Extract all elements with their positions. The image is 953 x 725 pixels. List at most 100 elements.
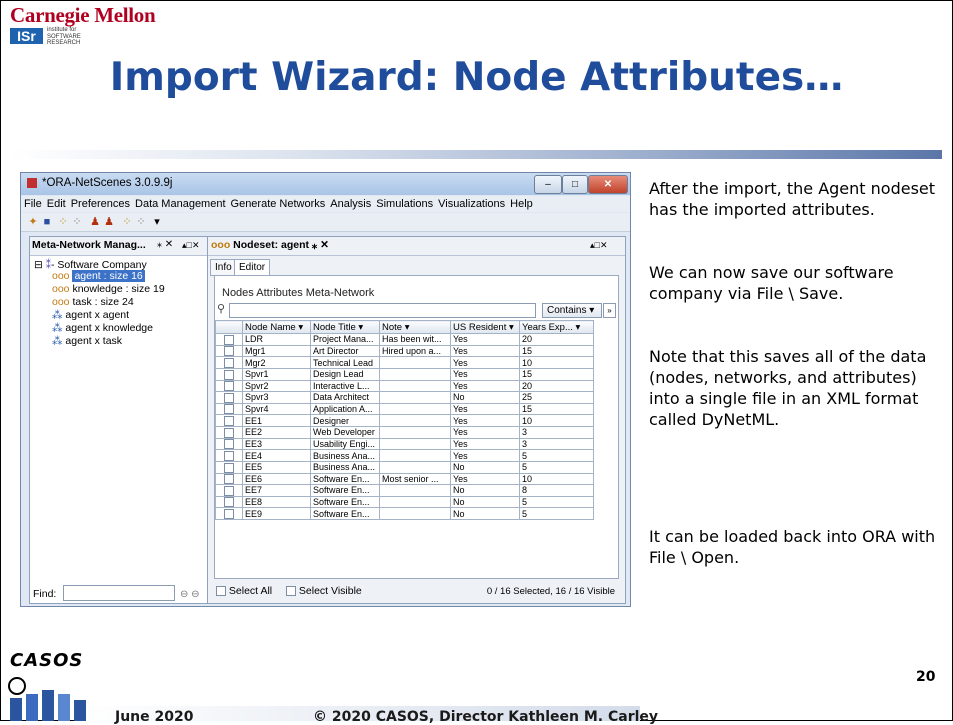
row-checkbox-cell[interactable] bbox=[215, 379, 243, 393]
select-visible-checkbox[interactable]: Select Visible bbox=[286, 585, 362, 597]
menu-analysis[interactable]: Analysis bbox=[327, 196, 373, 210]
contains-dropdown[interactable]: Contains ▾ bbox=[542, 303, 602, 318]
row-checkbox-cell[interactable] bbox=[215, 495, 243, 509]
row-checkbox-cell[interactable] bbox=[215, 426, 243, 439]
table-cell[interactable]: Mgr1 bbox=[242, 344, 311, 358]
table-row[interactable]: EE9 Software En... No 5 bbox=[215, 507, 594, 520]
table-cell[interactable]: EE2 bbox=[242, 426, 311, 439]
table-cell[interactable] bbox=[379, 391, 451, 404]
table-cell[interactable]: LDR bbox=[242, 333, 311, 346]
checkbox-icon[interactable] bbox=[224, 485, 234, 496]
column-header[interactable]: Note ▾ bbox=[379, 320, 451, 334]
table-cell[interactable]: EE4 bbox=[242, 449, 311, 462]
table-row[interactable]: EE8 Software En... No 5 bbox=[215, 495, 594, 509]
column-header[interactable]: Node Title ▾ bbox=[310, 320, 380, 334]
row-checkbox-cell[interactable] bbox=[215, 414, 243, 427]
table-cell[interactable]: 10 bbox=[519, 414, 594, 427]
checkbox-icon[interactable] bbox=[224, 509, 234, 519]
table-cell[interactable]: EE7 bbox=[242, 484, 311, 497]
table-row[interactable]: EE6 Software En... Most senior ... Yes 10 bbox=[215, 472, 594, 486]
table-row[interactable]: EE7 Software En... No 8 bbox=[215, 484, 594, 497]
table-cell[interactable]: Yes bbox=[450, 379, 520, 393]
tree-item-agent-x-agent[interactable]: ⁂ agent x agent bbox=[52, 309, 129, 321]
table-cell[interactable]: Mgr2 bbox=[242, 356, 311, 369]
table-cell[interactable]: Yes bbox=[450, 333, 520, 346]
table-cell[interactable]: Software En... bbox=[310, 495, 380, 509]
row-checkbox-cell[interactable] bbox=[215, 437, 243, 451]
panel-controls-icon[interactable]: ▴□✕ bbox=[182, 240, 200, 251]
table-row[interactable]: LDR Project Mana... Has been wit... Yes 20 bbox=[215, 333, 594, 346]
table-cell[interactable]: EE1 bbox=[242, 414, 311, 427]
table-cell[interactable]: Usability Engi... bbox=[310, 437, 380, 451]
table-cell[interactable]: Yes bbox=[450, 437, 520, 451]
row-checkbox-cell[interactable] bbox=[215, 507, 243, 520]
table-row[interactable]: Mgr1 Art Director Hired upon a... Yes 15 bbox=[215, 344, 594, 358]
table-cell[interactable]: Spvr2 bbox=[242, 379, 311, 393]
tab-info[interactable]: Info bbox=[210, 259, 237, 276]
table-cell[interactable] bbox=[379, 437, 451, 451]
select-all-checkbox[interactable]: Select All bbox=[216, 585, 272, 597]
table-row[interactable]: Spvr3 Data Architect No 25 bbox=[215, 391, 594, 404]
checkbox-icon[interactable] bbox=[224, 427, 234, 438]
table-cell[interactable]: 20 bbox=[519, 333, 594, 346]
table-cell[interactable]: 20 bbox=[519, 379, 594, 393]
table-cell[interactable]: Yes bbox=[450, 356, 520, 369]
table-row[interactable]: EE4 Business Ana... Yes 5 bbox=[215, 449, 594, 462]
table-cell[interactable]: Data Architect bbox=[310, 391, 380, 404]
table-row[interactable]: Spvr1 Design Lead Yes 15 bbox=[215, 367, 594, 381]
tree-item-agent[interactable]: ooo agent : size 16 bbox=[52, 270, 145, 282]
table-cell[interactable]: Software En... bbox=[310, 484, 380, 497]
menu-help[interactable]: Help bbox=[507, 196, 535, 210]
wand-icon[interactable]: ✦ bbox=[27, 216, 39, 228]
row-checkbox-cell[interactable] bbox=[215, 402, 243, 416]
row-checkbox-cell[interactable] bbox=[215, 472, 243, 486]
table-cell[interactable]: Spvr3 bbox=[242, 391, 311, 404]
table-cell[interactable]: Technical Lead bbox=[310, 356, 380, 369]
column-header[interactable]: Node Name ▾ bbox=[242, 320, 311, 334]
table-cell[interactable]: Yes bbox=[450, 344, 520, 358]
table-cell[interactable]: Project Mana... bbox=[310, 333, 380, 346]
row-checkbox-cell[interactable] bbox=[215, 367, 243, 381]
checkbox-icon[interactable] bbox=[224, 334, 234, 345]
checkbox-icon[interactable] bbox=[224, 392, 234, 403]
row-checkbox-cell[interactable] bbox=[215, 484, 243, 497]
table-cell[interactable] bbox=[379, 449, 451, 462]
checkbox-icon[interactable] bbox=[224, 404, 234, 414]
table-row[interactable]: Spvr4 Application A... Yes 15 bbox=[215, 402, 594, 416]
table-cell[interactable]: Software En... bbox=[310, 507, 380, 520]
table-row[interactable]: EE2 Web Developer Yes 3 bbox=[215, 426, 594, 439]
table-row[interactable]: EE5 Business Ana... No 5 bbox=[215, 460, 594, 474]
checkbox-icon[interactable] bbox=[224, 439, 234, 449]
tree-item-agent-x-knowledge[interactable]: ⁂ agent x knowledge bbox=[52, 322, 153, 334]
checkbox-icon[interactable] bbox=[224, 381, 234, 391]
table-cell[interactable] bbox=[379, 507, 451, 520]
table-cell[interactable]: No bbox=[450, 460, 520, 474]
table-cell[interactable]: 5 bbox=[519, 460, 594, 474]
column-header[interactable]: Years Exp... ▾ bbox=[519, 320, 594, 334]
table-cell[interactable] bbox=[379, 379, 451, 393]
table-cell[interactable]: Hired upon a... bbox=[379, 344, 451, 358]
table-cell[interactable]: Application A... bbox=[310, 402, 380, 416]
table-cell[interactable]: 25 bbox=[519, 391, 594, 404]
nodes-gray-icon[interactable]: ⁘ bbox=[71, 216, 83, 228]
table-cell[interactable]: EE3 bbox=[242, 437, 311, 451]
panel-controls-icon[interactable]: ▴□✕ bbox=[590, 240, 608, 251]
menu-preferences[interactable]: Preferences bbox=[68, 196, 132, 210]
checkbox-icon[interactable] bbox=[224, 357, 234, 368]
table-cell[interactable]: Design Lead bbox=[310, 367, 380, 381]
table-cell[interactable]: Business Ana... bbox=[310, 449, 380, 462]
row-checkbox-cell[interactable] bbox=[215, 344, 243, 358]
row-checkbox-cell[interactable] bbox=[215, 356, 243, 369]
table-cell[interactable] bbox=[379, 484, 451, 497]
menu-edit[interactable]: Edit bbox=[44, 196, 68, 210]
table-cell[interactable]: 10 bbox=[519, 356, 594, 369]
table-cell[interactable]: Spvr1 bbox=[242, 367, 311, 381]
checkbox-icon[interactable] bbox=[224, 474, 234, 484]
tree-item-task[interactable]: ooo task : size 24 bbox=[52, 296, 134, 308]
table-row[interactable]: Spvr2 Interactive L... Yes 20 bbox=[215, 379, 594, 393]
table-cell[interactable] bbox=[379, 367, 451, 381]
find-nav-icon[interactable]: ⊖ ⊖ bbox=[180, 589, 200, 600]
meta-network-manager-tab[interactable]: Meta-Network Manag... bbox=[32, 239, 146, 251]
table-cell[interactable] bbox=[379, 426, 451, 439]
table-cell[interactable] bbox=[379, 460, 451, 474]
